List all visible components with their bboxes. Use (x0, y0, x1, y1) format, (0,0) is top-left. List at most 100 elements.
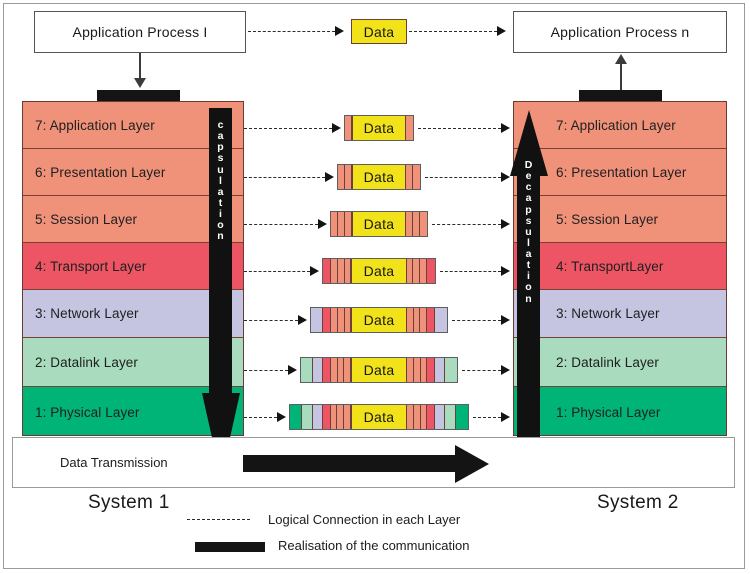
packet-header-segment (330, 259, 338, 283)
dash-left-layer-3 (244, 320, 298, 321)
letter-encapsulation.right_letters-4: p (525, 203, 532, 216)
packet-header-segment (312, 358, 323, 382)
legend-bar-marker (195, 542, 265, 552)
layer-label: 6: Presentation Layer (35, 164, 166, 180)
packet-trailer-segment (427, 405, 436, 429)
dash-left-layer-5 (244, 224, 318, 225)
packet-layer-6: Data (337, 164, 421, 190)
packet-top-data: Data (351, 19, 407, 44)
packet-header-segment (337, 405, 345, 429)
layer-row-system-2-3[interactable]: 3: Network Layer (514, 290, 726, 338)
packet-data-cell: Data (351, 116, 407, 140)
packet-trailer-segment (427, 259, 435, 283)
packet-data-cell: Data (351, 405, 407, 429)
packet-trailer-segment (456, 405, 468, 429)
layer-label: 1: Physical Layer (35, 404, 140, 420)
packet-layer-4: Data (322, 258, 436, 284)
packet-layer-7: Data (344, 115, 414, 141)
layer-label: 1: Physical Layer (556, 404, 661, 420)
packet-header-segment (344, 308, 352, 332)
packet-trailer-segment (413, 308, 421, 332)
packet-trailer-segment (406, 358, 414, 382)
packet-trailer-segment (445, 405, 457, 429)
packet-data-cell: Data (351, 259, 407, 283)
packet-header-segment (337, 212, 345, 236)
decapsulation-letters: Decapsulation (517, 159, 540, 305)
packet-header-segment (337, 308, 345, 332)
packet-trailer-segment (406, 308, 414, 332)
packet-header-segment (338, 165, 345, 189)
packet-data-cell: Data (351, 212, 407, 236)
layer-label: 5: Session Layer (556, 211, 659, 227)
arrow-top-left (335, 26, 344, 36)
connector-left-down-arrow (133, 78, 146, 88)
dash-left-layer-6 (244, 177, 325, 178)
packet-trailer-segment (435, 308, 448, 332)
arrow-left-layer-6 (325, 172, 334, 182)
capsulation-letters: capsulation (209, 119, 232, 242)
packet-layer-1: Data (289, 404, 469, 430)
packet-layer-3: Data (310, 307, 448, 333)
layer-row-system-2-2[interactable]: 2: Datalink Layer (514, 338, 726, 387)
arrow-left-layer-1 (277, 412, 286, 422)
packet-header-segment (322, 308, 331, 332)
connector-bar-left (97, 90, 180, 101)
letter-encapsulation.left_letters-3: s (217, 152, 224, 165)
packet-trailer-segment (406, 259, 414, 283)
packet-trailer-segment (413, 212, 421, 236)
arrow-right-layer-5 (501, 219, 510, 229)
osi-encapsulation-diagram: Application Process I Application Proces… (0, 0, 750, 574)
data-transmission-label: Data Transmission (60, 455, 168, 470)
arrow-top-right (497, 26, 506, 36)
packet-header-segment (330, 308, 338, 332)
connector-right-up-arrow (614, 54, 627, 64)
arrow-left-layer-2 (288, 365, 297, 375)
dash-right-layer-6 (425, 177, 501, 178)
packet-data-cell: Data (351, 165, 407, 189)
layer-label: 2: Datalink Layer (556, 354, 660, 370)
packet-trailer-segment (427, 358, 436, 382)
application-process-right-label: Application Process n (550, 24, 690, 40)
packet-header-segment (323, 259, 331, 283)
packet-trailer-segment (413, 259, 421, 283)
layer-label: 3: Network Layer (35, 306, 139, 321)
packet-header-segment (331, 212, 338, 236)
dash-right-layer-5 (432, 224, 501, 225)
legend-realisation-label: Realisation of the communication (278, 538, 470, 553)
letter-encapsulation.right_letters-11: o (525, 281, 532, 294)
packet-header-segment (290, 405, 302, 429)
system-1-label: System 1 (88, 492, 170, 513)
layer-row-system-2-1[interactable]: 1: Physical Layer (514, 387, 726, 435)
layer-row-system-2-5[interactable]: 5: Session Layer (514, 196, 726, 243)
packet-header-segment (337, 259, 345, 283)
packet-data-cell: Data (351, 308, 407, 332)
packet-header-segment (330, 405, 338, 429)
packet-trailer-segment (420, 259, 428, 283)
dash-right-layer-1 (473, 417, 501, 418)
capsulation-arrow: capsulation (201, 108, 240, 478)
layer-label: 7: Application Layer (556, 117, 676, 133)
arrow-right-layer-7 (501, 123, 510, 133)
layer-label: 6: Presentation Layer (556, 164, 687, 180)
packet-trailer-segment (413, 405, 421, 429)
packet-trailer-segment (406, 212, 414, 236)
layer-row-system-2-4[interactable]: 4: TransportLayer (514, 243, 726, 290)
packet-layer-2: Data (300, 357, 458, 383)
packet-trailer-segment (420, 405, 428, 429)
packet-trailer-segment (406, 116, 413, 140)
application-process-left-label: Application Process I (72, 24, 208, 40)
arrow-right-layer-3 (501, 315, 510, 325)
packet-trailer-segment (427, 308, 436, 332)
packet-trailer-segment (413, 358, 421, 382)
packet-header-segment (344, 165, 352, 189)
letter-encapsulation.left_letters-4: u (217, 163, 224, 176)
dash-left-layer-7 (244, 128, 332, 129)
arrow-right-layer-1 (501, 412, 510, 422)
packet-trailer-segment (406, 405, 414, 429)
packet-data-cell: Data (351, 358, 407, 382)
dash-right-layer-4 (440, 271, 501, 272)
arrow-left-layer-3 (298, 315, 307, 325)
packet-header-segment (322, 405, 331, 429)
dash-right-layer-2 (462, 370, 501, 371)
packet-header-segment (322, 358, 331, 382)
